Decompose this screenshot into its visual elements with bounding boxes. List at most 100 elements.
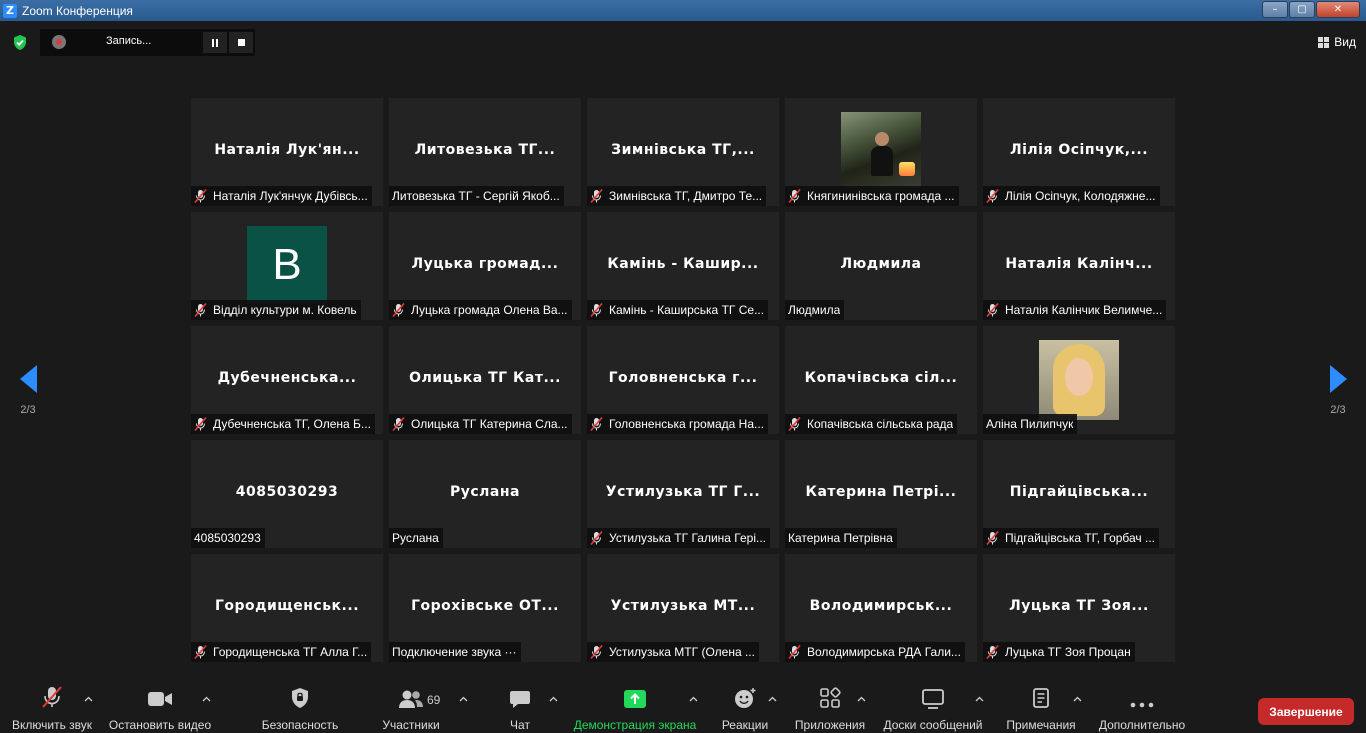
participant-tile[interactable]: Олицька ТГ Кат... Олицька ТГ Катерина Сла… <box>389 326 581 434</box>
whiteboards-button[interactable]: Доски сообщений <box>880 685 986 732</box>
chat-options-chevron-icon[interactable] <box>549 695 558 704</box>
participant-tile[interactable]: B Відділ культури м. Ковель <box>191 212 383 320</box>
arrow-right-icon <box>1329 365 1347 393</box>
participant-tile[interactable]: Луцька ТГ Зоя... Луцька ТГ Зоя Процан <box>983 554 1175 662</box>
minimize-button[interactable]: – <box>1262 1 1288 18</box>
participant-tile[interactable]: Княгининівська громада ... <box>785 98 977 206</box>
close-button[interactable]: ✕ <box>1316 1 1360 18</box>
participant-name-bar: Литовезька ТГ - Сергій Якоб... <box>389 186 564 206</box>
participant-name-bar: Наталія Лук'янчук Дубівсь... <box>191 186 372 206</box>
participant-tile[interactable]: Наталія Калінч... Наталія Калінчик Велимч… <box>983 212 1175 320</box>
meeting-toolbar: Включить звук Остановить видео Безопасно… <box>0 685 1366 733</box>
participant-name-label: Устилузька ТГ Галина Гері... <box>609 531 767 545</box>
participant-name-label: Литовезька ТГ - Сергій Якоб... <box>392 189 560 203</box>
participant-display-name: Дубечненська... <box>217 370 357 386</box>
stop-video-label: Остановить видео <box>108 718 212 732</box>
share-options-chevron-icon[interactable] <box>689 695 698 704</box>
participant-tile[interactable]: Людмила Людмила <box>785 212 977 320</box>
participant-name-label: 4085030293 <box>194 531 261 545</box>
chat-button[interactable]: Чат <box>496 685 544 732</box>
participant-name-bar: Устилузька МТГ (Олена ... <box>587 642 759 662</box>
participant-tile[interactable]: Підгайцівська... Підгайцівська ТГ, Горбач… <box>983 440 1175 548</box>
notes-button[interactable]: Примечания <box>1002 685 1080 732</box>
security-button[interactable]: Безопасность <box>256 685 344 732</box>
participant-name-label: Відділ культури м. Ковель <box>213 303 357 317</box>
participant-tile[interactable]: Зимнівська ТГ,... Зимнівська ТГ, Дмитро Т… <box>587 98 779 206</box>
next-page-button[interactable]: 2/3 <box>1318 365 1358 416</box>
audio-options-chevron-icon[interactable] <box>84 695 93 704</box>
participant-name-bar: Володимирська РДА Гали... <box>785 642 965 662</box>
page-indicator-left: 2/3 <box>20 404 36 416</box>
participant-tile[interactable]: Камінь - Кашир... Камінь - Каширська ТГ С… <box>587 212 779 320</box>
encryption-shield-icon[interactable] <box>12 34 28 51</box>
participant-tile[interactable]: Луцька громад... Луцька громада Олена Ва.… <box>389 212 581 320</box>
view-label: Вид <box>1334 35 1356 49</box>
video-options-chevron-icon[interactable] <box>202 695 211 704</box>
video-camera-icon <box>148 692 172 706</box>
microphone-muted-icon <box>392 417 405 431</box>
end-meeting-button[interactable]: Завершение <box>1258 698 1354 725</box>
participant-name-label: Луцька ТГ Зоя Процан <box>1005 645 1131 659</box>
participant-tile[interactable]: Катерина Петрі... Катерина Петрівна <box>785 440 977 548</box>
microphone-muted-icon <box>788 417 801 431</box>
previous-page-button[interactable]: 2/3 <box>8 365 48 416</box>
stop-video-button[interactable]: Остановить видео <box>106 685 214 732</box>
share-screen-button[interactable]: Демонстрация экрана <box>572 685 698 732</box>
reactions-options-chevron-icon[interactable] <box>768 695 777 704</box>
reactions-button[interactable]: Реакции <box>716 685 774 732</box>
participants-options-chevron-icon[interactable] <box>459 695 468 704</box>
participant-tile[interactable]: Аліна Пилипчук <box>983 326 1175 434</box>
participant-name-label: Катерина Петрівна <box>788 531 893 545</box>
maximize-button[interactable]: ▢ <box>1289 1 1315 18</box>
participant-tile[interactable]: Копачівська сіл... Копачівська сільська р… <box>785 326 977 434</box>
share-screen-label: Демонстрация экрана <box>573 718 697 732</box>
participant-name-bar: Дубечненська ТГ, Олена Б... <box>191 414 375 434</box>
apps-options-chevron-icon[interactable] <box>857 695 866 704</box>
microphone-muted-icon <box>194 303 207 317</box>
whiteboard-icon <box>922 689 944 709</box>
participant-name-bar: Лілія Осіпчук, Колодяжне... <box>983 186 1160 206</box>
participant-tile[interactable]: Устилузька МТ... Устилузька МТГ (Олена ..… <box>587 554 779 662</box>
microphone-muted-icon <box>788 189 801 203</box>
participant-tile[interactable]: Горохівське ОТ... Подключение звука ··· <box>389 554 581 662</box>
participant-tile[interactable]: Лілія Осіпчук,... Лілія Осіпчук, Колодяжн… <box>983 98 1175 206</box>
participant-display-name: Луцька громад... <box>411 256 559 272</box>
participant-name-label: Володимирська РДА Гали... <box>807 645 961 659</box>
microphone-muted-icon <box>392 303 405 317</box>
view-button[interactable]: Вид <box>1318 35 1356 49</box>
participant-tile[interactable]: Головненська г... Головненська громада На… <box>587 326 779 434</box>
apps-button[interactable]: Приложения <box>790 685 870 732</box>
arrow-left-icon <box>19 365 37 393</box>
microphone-muted-icon <box>590 645 603 659</box>
participant-tile[interactable]: Наталія Лук'ян... Наталія Лук'янчук Дубів… <box>191 98 383 206</box>
pause-recording-button[interactable] <box>203 32 227 53</box>
microphone-muted-icon <box>194 189 207 203</box>
microphone-muted-icon <box>986 303 999 317</box>
participant-name-bar: Олицька ТГ Катерина Сла... <box>389 414 572 434</box>
participant-name-label: Людмила <box>788 303 841 317</box>
participant-display-name: Катерина Петрі... <box>805 484 957 500</box>
more-button[interactable]: Дополнительно <box>1094 685 1190 732</box>
participant-tile[interactable]: Устилузька ТГ Г... Устилузька ТГ Галина Г… <box>587 440 779 548</box>
microphone-muted-icon <box>986 645 999 659</box>
participant-tile[interactable]: Володимирськ... Володимирська РДА Гали... <box>785 554 977 662</box>
participant-name-label: Руслана <box>392 531 439 545</box>
participant-name-bar: Луцька громада Олена Ва... <box>389 300 572 320</box>
participant-video <box>841 112 921 188</box>
notes-label: Примечания <box>1006 718 1076 732</box>
participant-tile[interactable]: Руслана Руслана <box>389 440 581 548</box>
notes-options-chevron-icon[interactable] <box>1073 695 1082 704</box>
participant-name-bar: Головненська громада На... <box>587 414 768 434</box>
whiteboards-options-chevron-icon[interactable] <box>975 695 984 704</box>
participant-name-bar: Камінь - Каширська ТГ Се... <box>587 300 769 320</box>
participant-video <box>1039 340 1119 420</box>
participant-name-bar: Зимнівська ТГ, Дмитро Те... <box>587 186 767 206</box>
participant-tile[interactable]: Дубечненська... Дубечненська ТГ, Олена Б.… <box>191 326 383 434</box>
stop-recording-button[interactable] <box>229 32 253 53</box>
participant-tile[interactable]: Литовезька ТГ... Литовезька ТГ - Сергій Я… <box>389 98 581 206</box>
unmute-button[interactable]: Включить звук <box>8 685 96 732</box>
participant-name-label: Наталія Калінчик Велимче... <box>1005 303 1163 317</box>
participant-avatar: B <box>247 226 327 304</box>
participant-tile[interactable]: 4085030293 4085030293 <box>191 440 383 548</box>
participant-tile[interactable]: Городищенськ... Городищенська ТГ Алла Г..… <box>191 554 383 662</box>
